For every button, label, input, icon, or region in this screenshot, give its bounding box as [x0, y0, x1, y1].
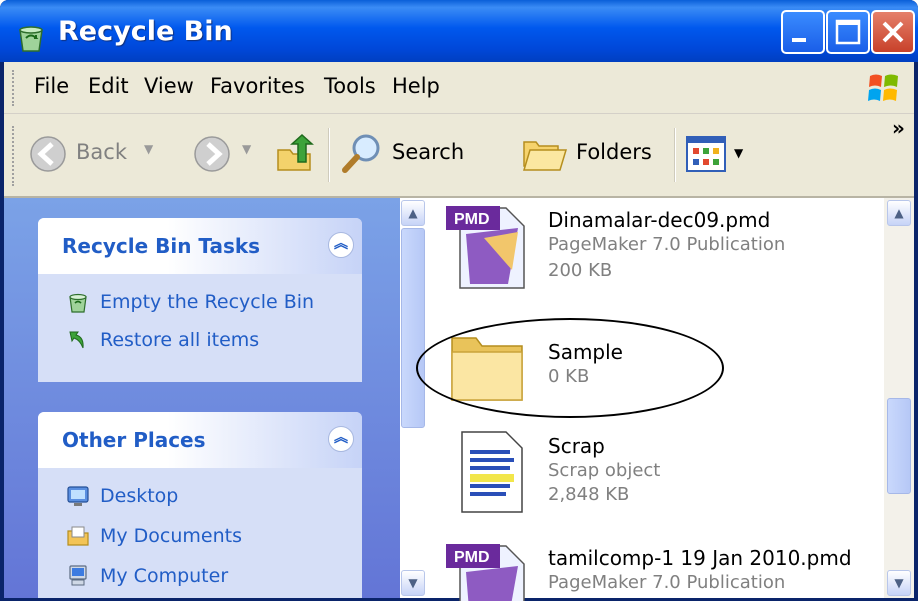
minimize-button[interactable] [781, 10, 825, 54]
file-type: Scrap object [548, 460, 661, 481]
menu-tools[interactable]: Tools [324, 74, 376, 98]
folders-icon [522, 141, 568, 171]
file-type: PageMaker 7.0 Publication [548, 572, 786, 593]
scroll-thumb[interactable] [401, 228, 425, 428]
views-button[interactable]: ▼ [684, 132, 760, 176]
search-icon [342, 134, 380, 173]
collapse-chevron-icon[interactable]: ︽ [328, 426, 354, 452]
task-pane: Recycle Bin Tasks ︽ Empty the Recycle Bi… [4, 198, 400, 598]
menu-edit[interactable]: Edit [88, 74, 129, 98]
menu-grip[interactable] [12, 70, 16, 106]
file-name: Dinamalar-dec09.pmd [548, 208, 771, 232]
maximize-icon [835, 19, 861, 45]
toolbar-overflow-chevron[interactable]: » [892, 116, 905, 140]
title-bar[interactable]: Recycle Bin [0, 0, 918, 62]
place-label: Desktop [100, 485, 179, 507]
back-label: Back [76, 140, 127, 164]
task-label: Empty the Recycle Bin [100, 291, 315, 313]
close-button[interactable] [871, 10, 915, 54]
scroll-down-button[interactable]: ▼ [401, 570, 425, 596]
my-computer-icon [69, 565, 87, 586]
scroll-up-button[interactable]: ▲ [401, 200, 425, 226]
empty-bin-icon [69, 293, 87, 313]
desktop-icon [67, 486, 89, 506]
pmd-badge: PMD [454, 211, 490, 228]
file-name: tamilcomp-1 19 Jan 2010.pmd [548, 546, 852, 570]
scroll-thumb[interactable] [887, 398, 911, 494]
folders-label: Folders [576, 140, 652, 164]
task-label: Restore all items [100, 329, 260, 351]
minimize-icon [792, 38, 806, 42]
panel-title: Other Places [62, 428, 206, 452]
file-type: PageMaker 7.0 Publication [548, 234, 786, 255]
file-size: 2,848 KB [548, 484, 630, 505]
scroll-down-button[interactable]: ▼ [887, 570, 911, 596]
folders-button[interactable]: Folders [522, 128, 672, 180]
recycle-bin-tasks-panel: Recycle Bin Tasks ︽ Empty the Recycle Bi… [38, 218, 362, 382]
toolbar-grip[interactable] [12, 126, 16, 186]
window-title: Recycle Bin [58, 16, 233, 47]
back-arrow-icon [30, 136, 66, 172]
toolbar-separator [674, 128, 676, 182]
up-folder-button[interactable] [272, 128, 320, 180]
pmd-badge: PMD [454, 549, 490, 566]
menu-favorites[interactable]: Favorites [210, 74, 305, 98]
pagemaker-file-icon: PMD [446, 206, 525, 289]
recycle-bin-icon [19, 26, 43, 52]
views-icon [686, 136, 726, 172]
left-pane-scrollbar[interactable]: ▲ ▼ [400, 198, 426, 598]
search-label: Search [392, 140, 465, 164]
toolbar: Back ▼ ▼ Search Folders ▼ » [4, 114, 914, 198]
panel-title: Recycle Bin Tasks [62, 234, 261, 258]
maximize-button[interactable] [826, 10, 870, 54]
highlight-ellipse [416, 318, 724, 418]
toolbar-separator [328, 128, 330, 182]
menu-bar: File Edit View Favorites Tools Help [4, 62, 914, 114]
file-item[interactable]: PMD tamilcomp-1 19 Jan 2010.pmd PageMake… [446, 542, 886, 601]
windows-logo-icon [868, 74, 898, 101]
place-label: My Documents [100, 525, 243, 547]
scroll-up-button[interactable]: ▲ [887, 200, 911, 226]
menu-file[interactable]: File [34, 74, 69, 98]
panel-header[interactable]: Recycle Bin Tasks ︽ [38, 218, 362, 274]
file-name: Scrap [548, 434, 605, 458]
search-button[interactable]: Search [340, 128, 500, 180]
up-folder-icon [277, 133, 314, 171]
collapse-chevron-icon[interactable]: ︽ [328, 232, 354, 258]
recycle-bin-window: Recycle Bin File Edit View Favorites Too… [0, 0, 918, 601]
my-documents-icon [67, 526, 89, 546]
menu-view[interactable]: View [144, 74, 194, 98]
scrap-file-icon [461, 431, 523, 513]
pagemaker-file-icon: PMD [446, 544, 525, 601]
place-label: My Computer [100, 565, 229, 587]
panel-header[interactable]: Other Places ︽ [38, 412, 362, 468]
file-list-scrollbar[interactable]: ▲ ▼ [884, 198, 914, 598]
views-dropdown-icon[interactable]: ▼ [734, 146, 743, 160]
back-button[interactable]: Back ▼ [28, 128, 188, 180]
close-icon [882, 21, 904, 43]
back-dropdown-icon[interactable]: ▼ [144, 142, 153, 156]
file-item[interactable]: Scrap Scrap object 2,848 KB [446, 428, 886, 528]
other-places-panel: Other Places ︽ Desktop My Documents My C… [38, 412, 362, 598]
restore-icon [69, 331, 84, 349]
file-item[interactable]: PMD Dinamalar-dec09.pmd PageMaker 7.0 Pu… [446, 204, 886, 314]
forward-arrow-icon [194, 136, 230, 172]
forward-dropdown-icon[interactable]: ▼ [242, 142, 251, 156]
file-size: 200 KB [548, 260, 613, 281]
forward-button[interactable]: ▼ [192, 128, 262, 180]
menu-help[interactable]: Help [392, 74, 440, 98]
